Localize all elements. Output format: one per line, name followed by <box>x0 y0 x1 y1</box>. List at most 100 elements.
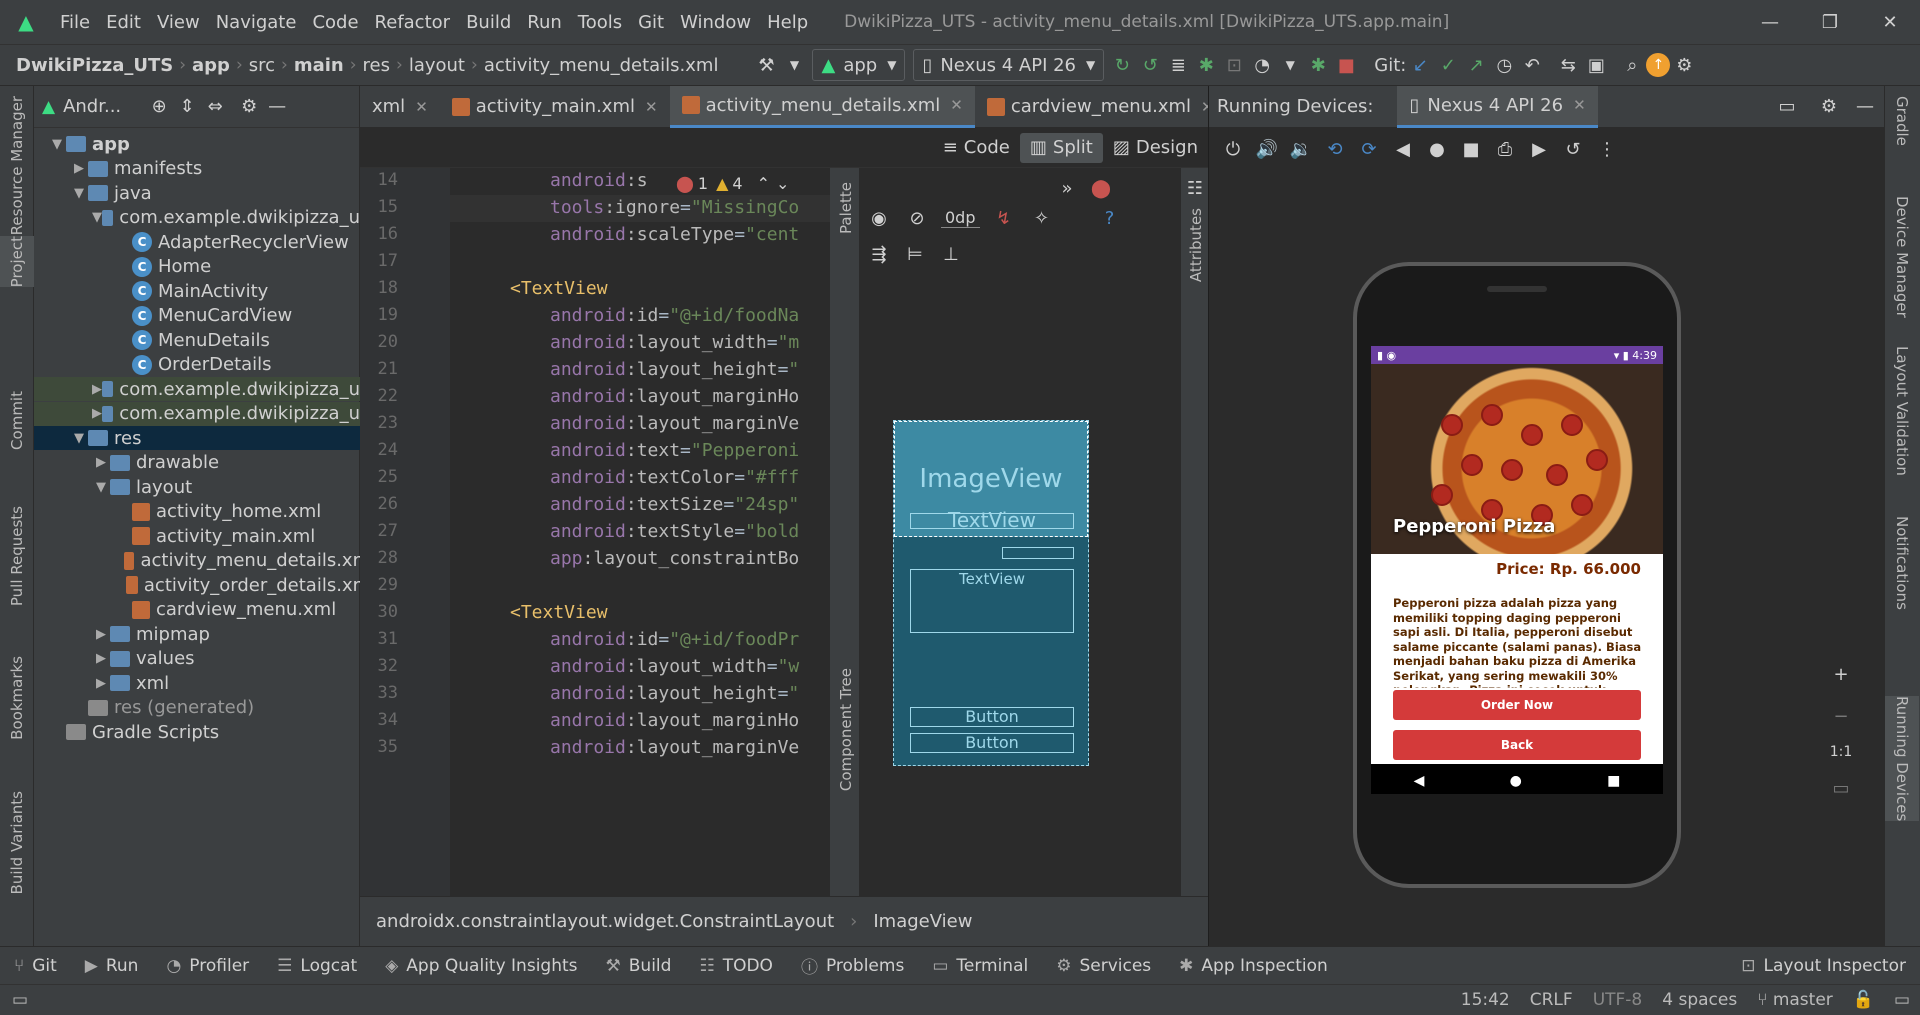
blueprint-preview[interactable]: ImageView TextView TextView Button Butto… <box>893 420 1089 766</box>
tree-item-layout[interactable]: ▼ layout <box>34 475 360 499</box>
breadcrumb-layout[interactable]: layout <box>405 55 469 76</box>
design-mode-button[interactable]: ▨ Design <box>1103 133 1208 163</box>
rerun-icon[interactable]: ↻ <box>1108 51 1136 79</box>
infer-constraints-icon[interactable]: ✧ <box>1028 204 1056 232</box>
tool-problems[interactable]: ⓘ Problems <box>787 953 918 979</box>
hammer-icon[interactable]: ⚒ <box>752 51 780 79</box>
menu-refactor[interactable]: Refactor <box>367 12 459 33</box>
menu-code[interactable]: Code <box>304 12 366 33</box>
chevron-down-icon[interactable]: ⌄ <box>776 174 789 193</box>
clear-constraints-icon[interactable]: ↯ <box>990 204 1018 232</box>
guidelines-icon[interactable]: ⊥ <box>937 240 965 268</box>
search-icon[interactable]: ⌕ <box>1618 51 1646 79</box>
tree-item-com-example-dwikipizza-u[interactable]: ▶ com.example.dwikipizza_u <box>34 377 360 401</box>
tool-run[interactable]: ▶ Run <box>71 956 153 976</box>
breadcrumb-main[interactable]: main <box>290 55 348 76</box>
minimize-icon[interactable]: — <box>1740 7 1800 37</box>
tool-app-inspection[interactable]: ✱ App Inspection <box>1165 956 1342 976</box>
close-icon[interactable]: ✕ <box>645 98 658 116</box>
tree-item-activity-order-details-xr[interactable]: activity_order_details.xr <box>34 573 360 597</box>
attach-debugger-icon[interactable]: ⊡ <box>1220 51 1248 79</box>
tree-item-res[interactable]: ▼ res <box>34 426 360 450</box>
memory-icon[interactable]: ▭ <box>1884 990 1920 1010</box>
device-mirror-icon[interactable]: ⇆ <box>1554 51 1582 79</box>
breadcrumb-app[interactable]: app <box>188 55 234 76</box>
hide-icon[interactable]: — <box>263 93 291 121</box>
nav-home-icon[interactable]: ● <box>1510 773 1522 789</box>
tool-layout-inspector[interactable]: ⊡ Layout Inspector <box>1727 956 1920 976</box>
rotate-right-icon[interactable]: ⟳ <box>1355 135 1383 163</box>
breadcrumb-dwikipizza-uts[interactable]: DwikiPizza_UTS <box>12 55 177 76</box>
git-push-icon[interactable]: ↗ <box>1462 51 1490 79</box>
restore-icon[interactable]: ❐ <box>1800 7 1860 37</box>
tree-item-manifests[interactable]: ▶ manifests <box>34 157 360 181</box>
component-tree-tab[interactable]: Component Tree <box>837 668 855 791</box>
inspection-widget[interactable]: ⬤ 1 ▲ 4 ⌃ ⌄ <box>676 174 790 193</box>
tool-tab-build-variants[interactable]: Build Variants <box>0 791 34 894</box>
back-icon[interactable]: ◀ <box>1389 135 1417 163</box>
run-config-selector[interactable]: ▲ app ▼ <box>812 49 906 81</box>
tool-git[interactable]: ⑂ Git <box>0 956 71 976</box>
tool-build[interactable]: ⚒ Build <box>592 956 686 976</box>
git-commit-icon[interactable]: ✓ <box>1434 51 1462 79</box>
tree-item-java[interactable]: ▼ java <box>34 181 360 205</box>
tool-todo[interactable]: ☷ TODO <box>685 956 787 976</box>
menu-navigate[interactable]: Navigate <box>208 12 305 33</box>
tree-item-menucardview[interactable]: C MenuCardView <box>34 304 360 328</box>
blueprint-textview-desc[interactable]: TextView <box>910 569 1074 633</box>
tool-tab-device-manager[interactable]: Device Manager <box>1885 196 1919 318</box>
fit-screen-icon[interactable]: ▭ <box>1827 774 1855 802</box>
tree-item-gradle-scripts[interactable]: Gradle Scripts <box>34 720 360 744</box>
menu-git[interactable]: Git <box>630 12 672 33</box>
editor-tab-cardview-menu-xml[interactable]: cardview_menu.xml✕ <box>975 86 1226 128</box>
close-icon[interactable]: ✕ <box>415 98 428 116</box>
eye-icon[interactable]: ◉ <box>865 204 893 232</box>
reset-icon[interactable]: ↺ <box>1559 135 1587 163</box>
tool-tab-commit[interactable]: Commit <box>0 391 34 450</box>
breadcrumb-src[interactable]: src <box>245 55 279 76</box>
tool-profiler[interactable]: ◔ Profiler <box>152 956 263 976</box>
blueprint-button-back[interactable]: Button <box>910 733 1074 753</box>
tree-item-res-generated[interactable]: res (generated) <box>34 696 360 720</box>
locate-icon[interactable]: ⊕ <box>145 93 173 121</box>
chevron-down-icon[interactable]: ▼ <box>780 51 808 79</box>
volume-up-icon[interactable]: 🔊 <box>1253 135 1281 163</box>
tree-item-app[interactable]: ▼ app <box>34 132 360 156</box>
menu-tools[interactable]: Tools <box>570 12 630 33</box>
error-icon[interactable]: ⬤ <box>1087 174 1115 202</box>
nav-recent-icon[interactable]: ■ <box>1607 773 1620 789</box>
menu-run[interactable]: Run <box>519 12 570 33</box>
device-selector[interactable]: ▯ Nexus 4 API 26 ▼ <box>913 49 1105 81</box>
apply-changes-icon[interactable]: ↺ <box>1136 51 1164 79</box>
debug-icon[interactable]: ✱ <box>1192 51 1220 79</box>
tree-item-xml[interactable]: ▶ xml <box>34 671 360 695</box>
editor-tab-activity-menu-details-xml[interactable]: activity_menu_details.xml ✕ <box>669 85 975 128</box>
breadcrumb-res[interactable]: res <box>359 55 394 76</box>
caret-position[interactable]: 15:42 <box>1451 990 1520 1010</box>
profile-icon[interactable]: ◔ <box>1248 51 1276 79</box>
menu-edit[interactable]: Edit <box>98 12 149 33</box>
tool-tab-running-devices[interactable]: Running Devices <box>1885 696 1919 822</box>
chevron-up-icon[interactable]: ⌃ <box>757 174 770 193</box>
code-mode-button[interactable]: ≡ Code <box>933 133 1020 163</box>
attributes-tab[interactable]: Attributes <box>1187 208 1205 282</box>
tool-services[interactable]: ⚙ Services <box>1042 956 1165 976</box>
order-now-button[interactable]: Order Now <box>1393 690 1641 720</box>
tree-item-activity-home-xml[interactable]: activity_home.xml <box>34 500 360 524</box>
device-tab[interactable]: ▯ Nexus 4 API 26 ✕ <box>1397 85 1598 128</box>
blueprint-button-order[interactable]: Button <box>910 707 1074 727</box>
chevron-down-icon[interactable]: ▼ <box>1276 51 1304 79</box>
default-margin-field[interactable]: 0dp <box>941 208 980 228</box>
close-icon[interactable]: ✕ <box>1860 7 1920 37</box>
settings-icon[interactable]: ⚙ <box>1670 51 1698 79</box>
menu-build[interactable]: Build <box>458 12 519 33</box>
gear-icon[interactable]: ⚙ <box>235 93 263 121</box>
phone-screen[interactable]: ▮ ◉ ▾ ▮ 4:39 Pepperoni Pizza Price: Rp. … <box>1371 346 1663 794</box>
hide-icon[interactable]: — <box>1851 93 1879 121</box>
power-icon[interactable]: ⏻ <box>1219 135 1247 163</box>
help-icon[interactable]: ? <box>1096 204 1124 232</box>
device-manager-icon[interactable]: ▣ <box>1582 51 1610 79</box>
rollback-icon[interactable]: ↶ <box>1518 51 1546 79</box>
tool-tab-resource-manager[interactable]: Resource Manager <box>0 96 34 235</box>
editor-tab-activity-main-xml[interactable]: activity_main.xml ✕ <box>440 86 670 128</box>
